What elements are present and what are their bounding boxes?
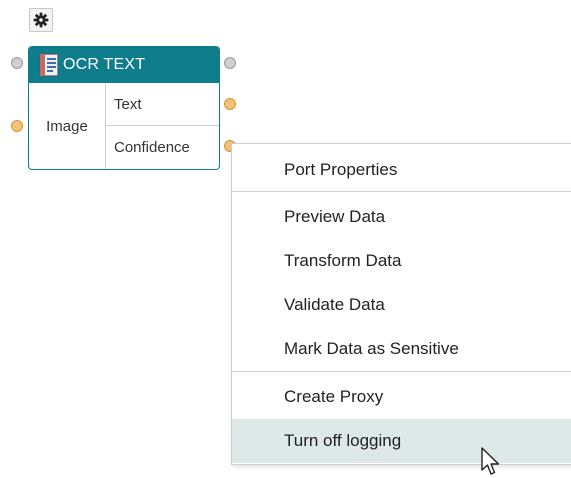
gear-icon (33, 12, 49, 28)
ocr-text-node[interactable]: OCR TEXT Image Text Confidence (28, 46, 220, 170)
output-port-text[interactable] (224, 98, 236, 110)
menu-item-transform-data[interactable]: Transform Data (232, 239, 571, 283)
mouse-cursor-icon (481, 447, 500, 475)
menu-item-create-proxy[interactable]: Create Proxy (232, 375, 571, 419)
menu-item-validate-data[interactable]: Validate Data (232, 283, 571, 327)
menu-separator (232, 191, 571, 192)
menu-item-port-properties[interactable]: Port Properties (232, 148, 571, 192)
node-settings-button[interactable] (29, 8, 53, 32)
menu-item-turn-off-logging[interactable]: Turn off logging (232, 419, 571, 463)
node-title: OCR TEXT (63, 56, 146, 73)
menu-separator (232, 371, 571, 372)
node-header[interactable]: OCR TEXT (29, 47, 219, 83)
control-output-port[interactable] (224, 57, 236, 69)
output-label-text: Text (106, 83, 219, 126)
menu-item-preview-data[interactable]: Preview Data (232, 195, 571, 239)
menu-item-mark-data-as-sensitive[interactable]: Mark Data as Sensitive (232, 327, 571, 371)
node-body: Image Text Confidence (29, 83, 219, 169)
document-icon (39, 53, 59, 77)
context-menu: Port Properties Preview Data Transform D… (231, 143, 571, 465)
input-port-image[interactable] (11, 120, 23, 132)
control-input-port[interactable] (11, 57, 23, 69)
output-label-confidence: Confidence (114, 138, 190, 156)
input-label-image: Image (29, 83, 106, 169)
